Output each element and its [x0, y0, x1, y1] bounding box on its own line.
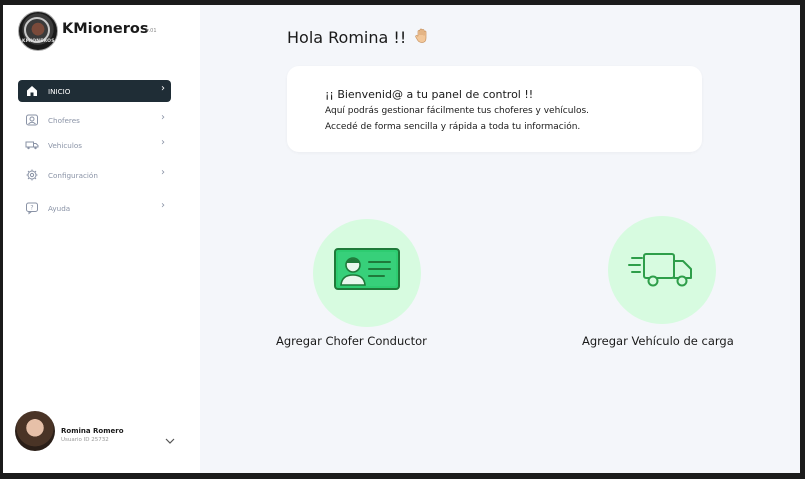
sidebar-item-configuracion[interactable]: Configuración ›: [18, 164, 171, 186]
chevron-right-icon: ›: [161, 137, 165, 148]
sidebar-item-label: Configuración: [48, 171, 98, 180]
add-vehicle-label[interactable]: Agregar Vehículo de carga: [582, 334, 734, 348]
truck-icon: [25, 141, 39, 150]
chevron-right-icon: ›: [161, 200, 165, 211]
brand-name: KMioneros: [62, 21, 149, 37]
sidebar-item-vehiculos[interactable]: Vehiculos ›: [18, 134, 171, 156]
cargo-truck-icon: [628, 253, 692, 287]
waving-hand-icon: [415, 28, 427, 43]
sidebar-item-label: INICIO: [48, 87, 71, 96]
version-label: v.01: [146, 28, 157, 34]
help-icon: ?: [26, 202, 38, 215]
add-driver-button[interactable]: [313, 219, 421, 327]
chevron-down-icon[interactable]: [163, 434, 177, 448]
user-id: Usuario ID 25732: [61, 437, 109, 443]
sidebar: KMIONEROS KMioneros v.01 INICIO › Chofer…: [3, 5, 200, 473]
driver-icon: [26, 114, 38, 126]
add-vehicle-button[interactable]: [608, 216, 716, 324]
welcome-title: ¡¡ Bienvenid@ a tu panel de control !!: [325, 88, 534, 101]
sidebar-item-label: Choferes: [48, 116, 80, 125]
sidebar-item-label: Vehiculos: [48, 141, 82, 150]
welcome-text-line: Accedé de forma sencilla y rápida a toda…: [325, 122, 581, 132]
app-window: KMIONEROS KMioneros v.01 INICIO › Chofer…: [3, 5, 800, 473]
sidebar-item-ayuda[interactable]: ? Ayuda ›: [18, 197, 171, 219]
sidebar-item-inicio[interactable]: INICIO ›: [18, 80, 171, 102]
welcome-text-line: Aquí podrás gestionar fácilmente tus cho…: [325, 106, 589, 116]
sidebar-item-label: Ayuda: [48, 204, 71, 213]
sidebar-item-choferes[interactable]: Choferes ›: [18, 109, 171, 131]
avatar[interactable]: [15, 411, 55, 451]
logo-text: KMIONEROS: [22, 39, 55, 44]
gear-icon: [26, 169, 38, 181]
driver-card-icon: [334, 248, 400, 290]
chevron-right-icon: ›: [161, 167, 165, 178]
page-title: Hola Romina !!: [287, 28, 407, 47]
chevron-right-icon: ›: [161, 112, 165, 123]
add-driver-label[interactable]: Agregar Chofer Conductor: [276, 334, 427, 348]
svg-text:?: ?: [30, 205, 33, 212]
welcome-card: ¡¡ Bienvenid@ a tu panel de control !! A…: [287, 66, 702, 152]
home-icon: [27, 86, 37, 96]
user-name: Romina Romero: [61, 427, 124, 435]
chevron-right-icon: ›: [161, 83, 165, 94]
